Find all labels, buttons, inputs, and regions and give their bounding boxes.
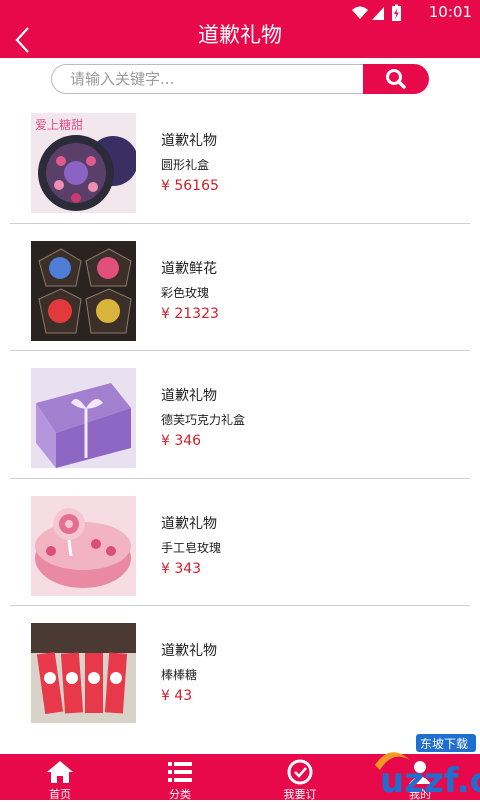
watermark-logo: uzzf.com 东坡下载 — [280, 730, 480, 800]
product-name: 道歉礼物 — [161, 513, 217, 533]
search-field — [51, 64, 369, 94]
product-item[interactable]: 爱上糖甜 道歉礼物 圆形礼盒 ¥ 56165 — [0, 96, 480, 224]
product-item[interactable]: 道歉礼物 德芙巧克力礼盒 ¥ 346 — [0, 351, 480, 479]
product-name: 道歉礼物 — [161, 130, 217, 150]
svg-text:东坡下载: 东坡下载 — [420, 737, 468, 751]
search-button[interactable] — [363, 64, 429, 94]
product-image — [31, 241, 136, 341]
status-bar: 10:01 — [0, 0, 480, 25]
search-bar — [51, 64, 429, 94]
tab-category[interactable]: 分类 — [120, 754, 240, 800]
product-image — [31, 623, 136, 723]
product-subtitle: 手工皂玫瑰 — [161, 539, 221, 556]
product-item[interactable]: 道歉鲜花 彩色玫瑰 ¥ 21323 — [0, 224, 480, 352]
product-list: 爱上糖甜 道歉礼物 圆形礼盒 ¥ 56165 — [0, 96, 480, 734]
signal-icon — [372, 7, 384, 20]
wifi-icon — [352, 7, 368, 20]
product-item[interactable]: 道歉礼物 棒棒糖 ¥ 43 — [0, 606, 480, 734]
home-icon — [45, 759, 75, 785]
product-subtitle: 棒棒糖 — [161, 666, 197, 683]
battery-icon — [392, 5, 401, 22]
status-icons — [350, 4, 410, 22]
product-price: ¥ 43 — [161, 688, 192, 704]
product-name: 道歉鲜花 — [161, 258, 217, 278]
product-item[interactable]: 道歉礼物 手工皂玫瑰 ¥ 343 — [0, 479, 480, 607]
product-image — [31, 496, 136, 596]
product-image — [31, 368, 136, 468]
search-input[interactable] — [70, 65, 360, 92]
product-subtitle: 圆形礼盒 — [161, 156, 209, 173]
list-icon — [165, 759, 195, 785]
svg-text:爱上糖甜: 爱上糖甜 — [35, 117, 83, 132]
product-subtitle: 彩色玫瑰 — [161, 284, 209, 301]
product-price: ¥ 346 — [161, 433, 201, 449]
product-subtitle: 德芙巧克力礼盒 — [161, 411, 245, 428]
page-title: 道歉礼物 — [0, 24, 480, 47]
product-price: ¥ 56165 — [161, 178, 219, 194]
status-time: 10:01 — [429, 3, 472, 21]
search-icon — [363, 64, 429, 94]
svg-text:uzzf.com: uzzf.com — [380, 761, 480, 800]
product-name: 道歉礼物 — [161, 385, 217, 405]
product-price: ¥ 343 — [161, 561, 201, 577]
tab-home[interactable]: 首页 — [0, 754, 120, 800]
product-image: 爱上糖甜 — [31, 113, 136, 213]
product-name: 道歉礼物 — [161, 640, 217, 660]
app-header: 道歉礼物 — [0, 25, 480, 58]
product-price: ¥ 21323 — [161, 306, 219, 322]
